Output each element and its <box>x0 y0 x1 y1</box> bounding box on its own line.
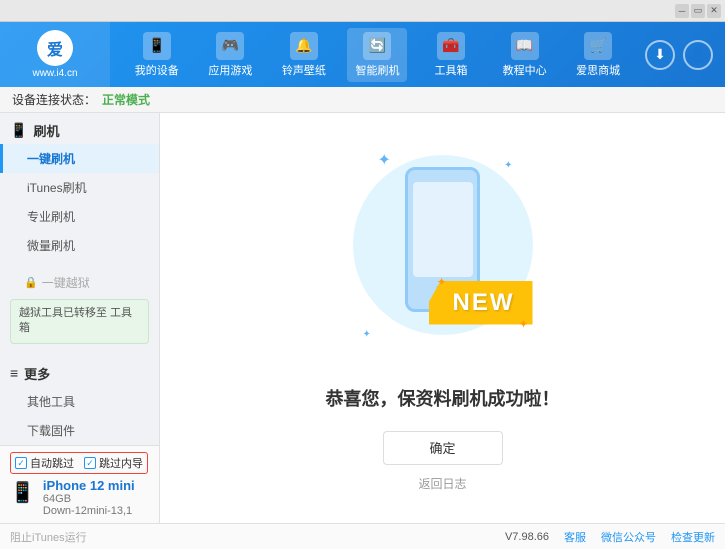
sidebar-item-pro-flash[interactable]: 专业刷机 <box>0 202 159 231</box>
nav-ringtone-label: 铃声壁纸 <box>282 62 326 78</box>
status-right: V7.98.66 客服 微信公众号 检查更新 <box>505 529 715 545</box>
download-button[interactable]: ⬇ <box>645 40 675 70</box>
status-left: 阻止iTunes运行 <box>10 529 87 545</box>
connection-status-bar: 设备连接状态： 正常模式 <box>0 87 725 113</box>
sparkle-1: ✦ <box>378 150 391 170</box>
device-model: Down-12mini-13,1 <box>43 505 135 517</box>
sidebar-section-jailbreak: 🔒 一键越狱 <box>0 268 159 295</box>
ribbon-star-top: ✦ <box>437 275 447 289</box>
success-message: 恭喜您，保资料刷机成功啦！ <box>326 385 560 411</box>
more-section-title: 更多 <box>24 364 50 383</box>
skip-guide-label: 跳过内导 <box>99 455 143 471</box>
checkbox-group: ✓ 自动跳过 ✓ 跳过内导 <box>10 452 148 474</box>
user-button[interactable]: 👤 <box>683 40 713 70</box>
version-label: V7.98.66 <box>505 531 549 543</box>
info-box-text: 越狱工具已转移至 工具箱 <box>19 307 132 334</box>
checkbox-row: ✓ 自动跳过 ✓ 跳过内导 <box>0 446 159 474</box>
nav-tutorial[interactable]: 📖 教程中心 <box>495 28 555 82</box>
back-home-link[interactable]: 返回日志 <box>418 475 466 492</box>
nav-smart-flash-label: 智能刷机 <box>355 62 399 78</box>
title-bar: ─ ▭ ✕ <box>0 0 725 22</box>
ringtone-icon: 🔔 <box>290 32 318 60</box>
lock-icon: 🔒 <box>24 276 38 289</box>
nav-apps-games[interactable]: 🎮 应用游戏 <box>200 28 260 82</box>
sidebar: 📱 刷机 一键刷机 iTunes刷机 专业刷机 微量刷机 <box>0 113 160 445</box>
nav-items: 📱 我的设备 🎮 应用游戏 🔔 铃声壁纸 🔄 智能刷机 🧰 工具箱 📖 教程中心… <box>110 22 645 87</box>
check-update-link[interactable]: 检查更新 <box>671 529 715 545</box>
auto-skip-checkbox[interactable]: ✓ <box>15 457 27 469</box>
my-device-icon: 📱 <box>143 32 171 60</box>
nav-ringtone[interactable]: 🔔 铃声壁纸 <box>274 28 334 82</box>
phone-screen <box>413 182 473 277</box>
logo-text: www.i4.cn <box>32 68 77 79</box>
support-link[interactable]: 客服 <box>564 529 586 545</box>
itunes-running-note: 阻止iTunes运行 <box>10 529 87 545</box>
toolbox-icon: 🧰 <box>437 32 465 60</box>
new-ribbon: NEW ✦ ✦ <box>429 281 533 325</box>
nav-toolbox[interactable]: 🧰 工具箱 <box>421 28 481 82</box>
logo-area: 爱 www.i4.cn <box>0 22 110 87</box>
shop-icon: 🛒 <box>584 32 612 60</box>
smart-flash-icon: 🔄 <box>363 32 391 60</box>
device-info: 📱 iPhone 12 mini 64GB Down-12mini-13,1 <box>0 474 159 521</box>
minimize-button[interactable]: ─ <box>675 4 689 18</box>
sparkle-2: ✦ <box>504 160 512 171</box>
sidebar-section-more: ≡ 更多 <box>0 356 159 387</box>
auto-skip-label: 自动跳过 <box>30 455 74 471</box>
phone-illustration: ✦ ✦ ✦ NEW ✦ ✦ <box>343 145 543 365</box>
left-col: 📱 刷机 一键刷机 iTunes刷机 专业刷机 微量刷机 <box>0 113 160 523</box>
ribbon-star-bottom: ✦ <box>518 317 528 331</box>
device-name: iPhone 12 mini <box>43 478 135 493</box>
status-bar: 阻止iTunes运行 V7.98.66 客服 微信公众号 检查更新 <box>0 523 725 549</box>
confirm-button[interactable]: 确定 <box>383 431 503 465</box>
nav-my-device[interactable]: 📱 我的设备 <box>127 28 187 82</box>
apps-games-icon: 🎮 <box>216 32 244 60</box>
device-phone-icon: 📱 <box>10 480 35 505</box>
content-area: ✦ ✦ ✦ NEW ✦ ✦ 恭喜您，保资料刷机成功啦！ <box>160 113 725 523</box>
nav-smart-flash[interactable]: 🔄 智能刷机 <box>347 28 407 82</box>
restore-button[interactable]: ▭ <box>691 4 705 18</box>
conn-status-label: 设备连接状态： <box>12 91 96 108</box>
sidebar-item-one-key-flash[interactable]: 一键刷机 <box>0 144 159 173</box>
sidebar-item-micro-flash[interactable]: 微量刷机 <box>0 231 159 260</box>
nav-apps-games-label: 应用游戏 <box>208 62 252 78</box>
skip-guide-checkbox[interactable]: ✓ <box>84 457 96 469</box>
more-section-icon: ≡ <box>10 365 18 381</box>
header-right: ⬇ 👤 <box>645 40 725 70</box>
main-wrapper: 设备连接状态： 正常模式 📱 刷机 一键刷机 iTunes刷机 专业刷机 <box>0 87 725 523</box>
jailbreak-title: 一键越狱 <box>42 274 90 291</box>
tutorial-icon: 📖 <box>511 32 539 60</box>
sidebar-item-other-tools[interactable]: 其他工具 <box>0 387 159 416</box>
device-storage: 64GB <box>43 493 135 505</box>
wechat-link[interactable]: 微信公众号 <box>601 529 656 545</box>
nav-shop-label: 爱思商城 <box>576 62 620 78</box>
sidebar-item-itunes-flash[interactable]: iTunes刷机 <box>0 173 159 202</box>
conn-status-value: 正常模式 <box>102 91 150 108</box>
nav-my-device-label: 我的设备 <box>135 62 179 78</box>
sidebar-item-download-fw[interactable]: 下载固件 <box>0 416 159 445</box>
sidebar-info-box: 越狱工具已转移至 工具箱 <box>10 299 149 344</box>
checkbox-skip-guide[interactable]: ✓ 跳过内导 <box>84 455 143 471</box>
sidebar-section-flash: 📱 刷机 <box>0 113 159 144</box>
flash-section-title: 刷机 <box>33 121 59 140</box>
device-details: iPhone 12 mini 64GB Down-12mini-13,1 <box>43 478 135 517</box>
checkbox-auto-skip[interactable]: ✓ 自动跳过 <box>15 455 74 471</box>
nav-tutorial-label: 教程中心 <box>503 62 547 78</box>
logo-icon: 爱 <box>37 30 73 66</box>
sparkle-3: ✦ <box>363 329 371 340</box>
bottom-panel: ✓ 自动跳过 ✓ 跳过内导 📱 iPhone 12 mini 64G <box>0 445 159 523</box>
nav-toolbox-label: 工具箱 <box>435 62 468 78</box>
nav-shop[interactable]: 🛒 爱思商城 <box>568 28 628 82</box>
header: 爱 www.i4.cn 📱 我的设备 🎮 应用游戏 🔔 铃声壁纸 🔄 智能刷机 … <box>0 22 725 87</box>
close-button[interactable]: ✕ <box>707 4 721 18</box>
flash-section-icon: 📱 <box>10 122 27 139</box>
